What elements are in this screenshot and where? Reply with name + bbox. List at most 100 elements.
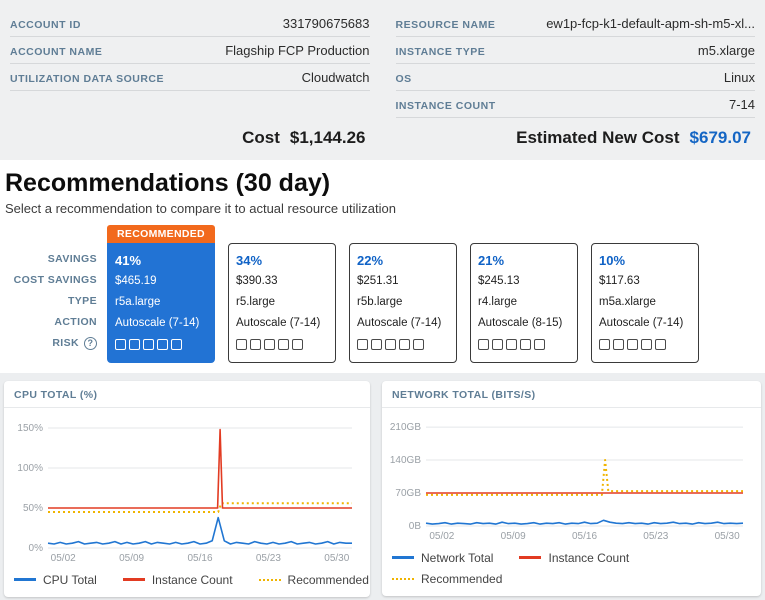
field-instance-count: INSTANCE COUNT 7-14 <box>396 91 756 118</box>
legend-line-icon <box>519 556 541 559</box>
network-chart-title: NETWORK TOTAL (BITS/S) <box>382 381 761 408</box>
risk-box-icon <box>599 339 610 350</box>
card-risk-meter <box>236 334 328 355</box>
cost-value: $1,144.26 <box>290 128 366 148</box>
cpu-chart-card: CPU TOTAL (%) 0%50%100%150%05/0205/0905/… <box>4 381 370 597</box>
card-action: Autoscale (7-14) <box>357 313 449 334</box>
risk-box-icon <box>236 339 247 350</box>
risk-box-icon <box>143 339 154 350</box>
card-type: r5a.large <box>115 292 207 313</box>
field-value: 331790675683 <box>283 16 370 31</box>
svg-text:70GB: 70GB <box>395 488 421 499</box>
field-value: m5.xlarge <box>698 43 755 58</box>
risk-box-icon <box>627 339 638 350</box>
card-type: r5.large <box>236 292 328 313</box>
svg-text:0%: 0% <box>29 543 44 554</box>
field-label: INSTANCE COUNT <box>396 100 496 112</box>
card-cost-savings: $251.31 <box>357 271 449 292</box>
card-risk-meter <box>357 334 449 355</box>
recommendation-card[interactable]: 22% $251.31 r5b.large Autoscale (7-14) <box>349 243 457 363</box>
recommendation-card-wrap: 21% $245.13 r4.large Autoscale (8-15) <box>470 225 578 363</box>
utilization-charts-section: CPU TOTAL (%) 0%50%100%150%05/0205/0905/… <box>0 373 765 600</box>
row-label-risk: RISK ? <box>5 333 97 354</box>
card-risk-meter <box>478 334 570 355</box>
legend-label: Recommended <box>288 573 369 587</box>
legend-line-icon <box>123 578 145 581</box>
risk-help-icon[interactable]: ? <box>84 337 97 350</box>
network-chart-card: NETWORK TOTAL (BITS/S) 0B 70GB 140GB 210GB 0… <box>382 381 761 596</box>
card-type: r4.large <box>478 292 570 313</box>
legend-row: Recommended <box>392 572 751 586</box>
field-value: Cloudwatch <box>302 70 370 85</box>
card-savings: 22% <box>357 250 449 271</box>
legend-line-icon <box>392 578 414 580</box>
field-utilization-data-source: UTILIZATION DATA SOURCE Cloudwatch <box>10 64 370 91</box>
risk-box-icon <box>534 339 545 350</box>
risk-box-icon <box>478 339 489 350</box>
risk-box-icon <box>385 339 396 350</box>
legend-label: Instance Count <box>548 551 629 565</box>
risk-box-icon <box>413 339 424 350</box>
svg-text:50%: 50% <box>23 503 43 514</box>
card-risk-meter <box>115 334 207 355</box>
recommendation-card[interactable]: 21% $245.13 r4.large Autoscale (8-15) <box>470 243 578 363</box>
field-value: Linux <box>724 70 755 85</box>
row-label-type: TYPE <box>5 291 97 312</box>
recommendation-card[interactable]: 10% $117.63 m5a.xlarge Autoscale (7-14) <box>591 243 699 363</box>
card-action: Autoscale (7-14) <box>599 313 691 334</box>
svg-text:05/09: 05/09 <box>501 531 526 542</box>
risk-box-icon <box>641 339 652 350</box>
risk-label: RISK <box>52 337 79 349</box>
svg-text:0B: 0B <box>409 521 422 532</box>
recommendation-card[interactable]: 41% $465.19 r5a.large Autoscale (7-14) <box>107 243 215 363</box>
card-type: r5b.large <box>357 292 449 313</box>
risk-box-icon <box>492 339 503 350</box>
legend-item[interactable]: CPU Total <box>14 573 97 587</box>
cost-label: Cost <box>242 128 280 148</box>
legend-label: Instance Count <box>152 573 233 587</box>
svg-text:05/09: 05/09 <box>119 553 144 564</box>
recommendation-card[interactable]: 34% $390.33 r5.large Autoscale (7-14) <box>228 243 336 363</box>
field-label: OS <box>396 73 412 85</box>
svg-text:05/23: 05/23 <box>643 531 668 542</box>
svg-text:210GB: 210GB <box>390 422 421 433</box>
legend-item[interactable]: Network Total <box>392 551 493 565</box>
card-cost-savings: $245.13 <box>478 271 570 292</box>
cpu-chart-body: 0%50%100%150%05/0205/0905/1605/2305/30 <box>4 408 370 569</box>
risk-box-icon <box>157 339 168 350</box>
estimated-new-cost: Estimated New Cost $679.07 <box>396 128 756 148</box>
risk-box-icon <box>655 339 666 350</box>
risk-box-icon <box>613 339 624 350</box>
field-value: ew1p-fcp-k1-default-apm-sh-m5-xl... <box>546 16 755 31</box>
cpu-chart: 0%50%100%150%05/0205/0905/1605/2305/30 <box>10 412 362 564</box>
legend-item[interactable]: Recommended <box>392 572 502 586</box>
legend-item[interactable]: Recommended <box>259 573 369 587</box>
row-label-action: ACTION <box>5 312 97 333</box>
legend-item[interactable]: Instance Count <box>123 573 233 587</box>
legend-label: Network Total <box>421 551 493 565</box>
risk-box-icon <box>264 339 275 350</box>
network-chart-legend: Network Total Instance Count Recommended <box>382 547 761 596</box>
current-cost: Cost $1,144.26 <box>10 128 370 148</box>
new-cost-value: $679.07 <box>690 128 751 148</box>
field-instance-type: INSTANCE TYPE m5.xlarge <box>396 37 756 64</box>
page-title: Recommendations (30 day) <box>5 169 757 198</box>
svg-text:140GB: 140GB <box>390 455 421 466</box>
field-value: 7-14 <box>729 97 755 112</box>
svg-text:100%: 100% <box>17 463 43 474</box>
card-savings: 10% <box>599 250 691 271</box>
resource-column: RESOURCE NAME ew1p-fcp-k1-default-apm-sh… <box>396 10 756 148</box>
network-chart: 0B70GB140GB210GB05/0205/0905/1605/2305/3… <box>388 412 753 542</box>
network-chart-body: 0B70GB140GB210GB05/0205/0905/1605/2305/3… <box>382 408 761 547</box>
risk-box-icon <box>399 339 410 350</box>
card-action: Autoscale (8-15) <box>478 313 570 334</box>
recommendation-card-wrap: 22% $251.31 r5b.large Autoscale (7-14) <box>349 225 457 363</box>
svg-text:05/02: 05/02 <box>51 553 76 564</box>
card-savings: 21% <box>478 250 570 271</box>
recommendation-card-wrap: 10% $117.63 m5a.xlarge Autoscale (7-14) <box>591 225 699 363</box>
svg-text:05/30: 05/30 <box>715 531 740 542</box>
recommendations-section: Recommendations (30 day) Select a recomm… <box>0 160 765 373</box>
risk-box-icon <box>357 339 368 350</box>
account-column: ACCOUNT ID 331790675683 ACCOUNT NAME Fla… <box>10 10 370 148</box>
legend-item[interactable]: Instance Count <box>519 551 629 565</box>
